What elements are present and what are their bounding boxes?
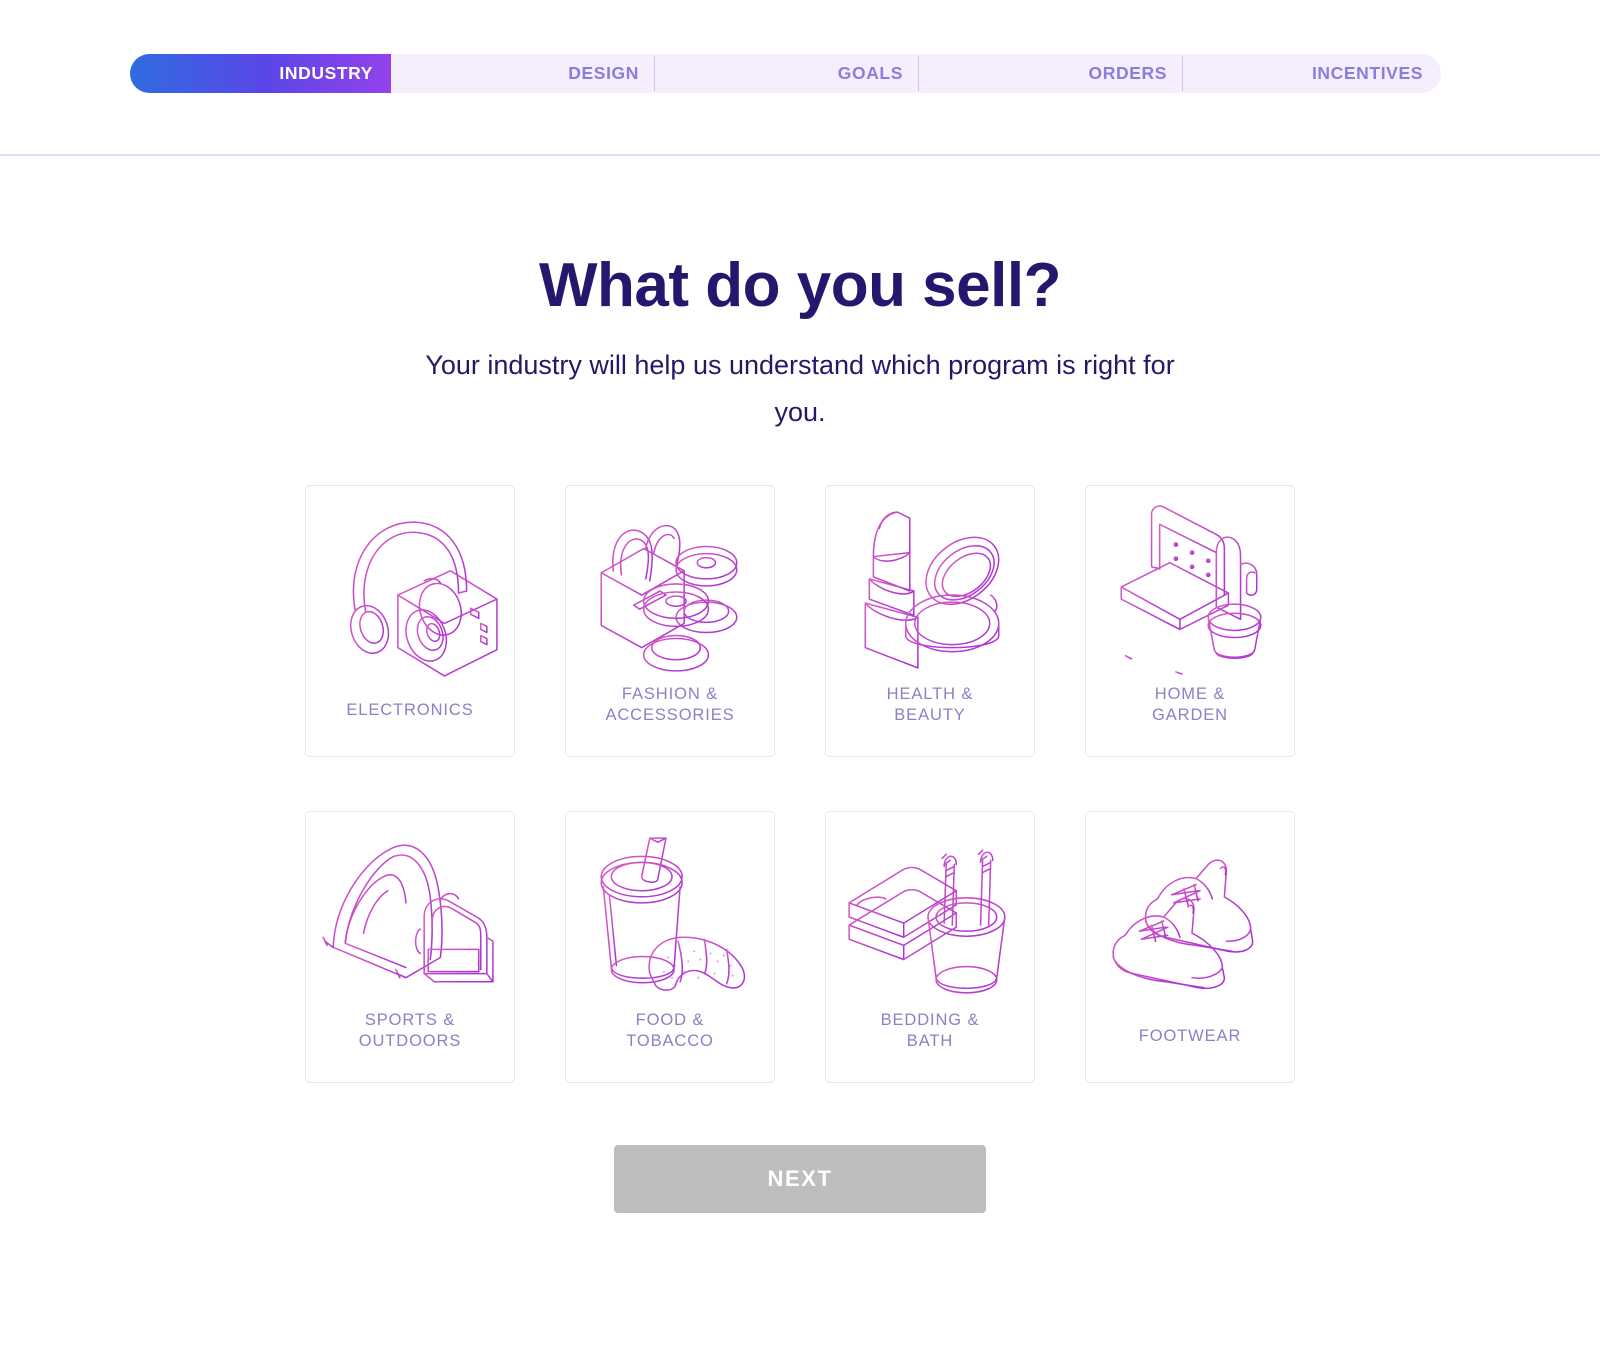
industry-card-sports-outdoors[interactable]: SPORTS & OUTDOORS	[305, 810, 515, 1083]
industry-card-electronics[interactable]: ELECTRONICS	[305, 484, 515, 757]
step-incentives[interactable]: INCENTIVES	[1183, 54, 1441, 93]
industry-card-health-beauty[interactable]: HEALTH & BEAUTY	[825, 484, 1035, 757]
step-design[interactable]: DESIGN	[391, 54, 655, 93]
sneakers-icon	[1099, 824, 1281, 1006]
next-button[interactable]: NEXT	[614, 1144, 986, 1213]
industry-card-label: SPORTS & OUTDOORS	[358, 1010, 462, 1051]
industry-card-grid: ELECTRONICS FASHION & ACCESSORIES HEALTH…	[300, 437, 1300, 1083]
headphones-camera-icon	[319, 498, 501, 680]
chair-cactus-icon	[1099, 498, 1281, 680]
industry-card-label: HEALTH & BEAUTY	[886, 684, 974, 725]
page-subtitle: Your industry will help us understand wh…	[425, 350, 1175, 428]
industry-card-label: FOOD & TOBACCO	[626, 1010, 714, 1051]
step-industry-label: INDUSTRY	[279, 63, 373, 83]
industry-card-bedding-bath[interactable]: BEDDING & BATH	[825, 810, 1035, 1083]
industry-card-home-garden[interactable]: HOME & GARDEN	[1085, 484, 1295, 757]
handbag-thread-spools-icon	[579, 498, 761, 680]
industry-card-label: BEDDING & BATH	[880, 1010, 980, 1051]
step-incentives-label: INCENTIVES	[1311, 63, 1423, 83]
industry-card-label: FOOTWEAR	[1138, 1026, 1242, 1045]
lipstick-compact-icon	[839, 498, 1021, 680]
industry-card-food-tobacco[interactable]: FOOD & TOBACCO	[565, 810, 775, 1083]
step-orders[interactable]: ORDERS	[919, 54, 1183, 93]
drink-croissant-icon	[579, 824, 761, 1006]
industry-card-label: FASHION & ACCESSORIES	[605, 684, 735, 725]
industry-card-fashion-accessories[interactable]: FASHION & ACCESSORIES	[565, 484, 775, 757]
page-title: What do you sell?	[539, 251, 1061, 320]
step-orders-label: ORDERS	[1088, 63, 1167, 83]
step-goals[interactable]: GOALS	[655, 54, 919, 93]
wizard-header: INDUSTRY DESIGN GOALS ORDERS INCENTIVES	[0, 0, 1600, 156]
step-industry[interactable]: INDUSTRY	[130, 54, 391, 93]
step-design-label: DESIGN	[568, 63, 639, 83]
wizard-stepper: INDUSTRY DESIGN GOALS ORDERS INCENTIVES	[130, 54, 1441, 93]
towels-toothbrush-icon	[839, 824, 1021, 1006]
footer-actions: NEXT	[0, 1083, 1600, 1213]
step-goals-label: GOALS	[837, 63, 903, 83]
industry-card-footwear[interactable]: FOOTWEAR	[1085, 810, 1295, 1083]
main-content: What do you sell? Your industry will hel…	[0, 156, 1600, 1346]
industry-card-label: HOME & GARDEN	[1152, 684, 1228, 725]
tent-backpack-icon	[319, 824, 501, 1006]
industry-card-label: ELECTRONICS	[346, 700, 474, 719]
